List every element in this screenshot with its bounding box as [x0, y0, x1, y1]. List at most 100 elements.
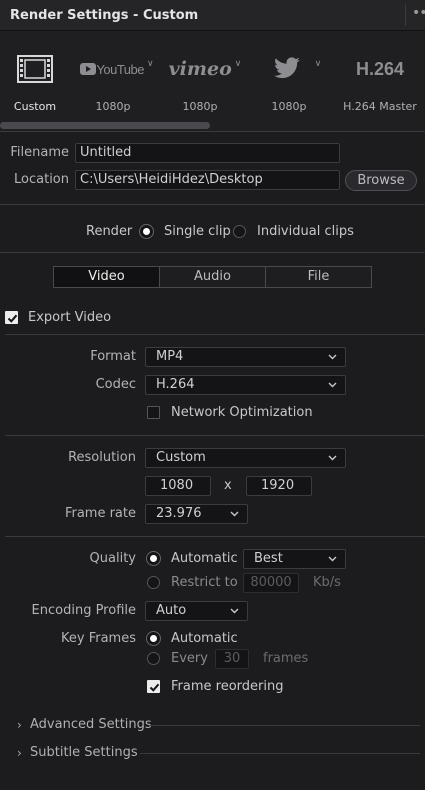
single-clip-radio[interactable]: [140, 225, 153, 238]
advanced-settings-label: Advanced Settings: [30, 717, 152, 732]
codec-value: H.264: [156, 377, 195, 392]
titlebar-separator: [405, 4, 406, 26]
window-titlebar: Render Settings - Custom ••: [0, 0, 425, 31]
chevron-down-icon: [328, 380, 337, 389]
chevron-down-icon: [328, 453, 337, 462]
frame-rate-value: 23.976: [156, 506, 202, 521]
tab-file[interactable]: File: [266, 267, 371, 287]
chevron-down-icon[interactable]: ∨: [315, 59, 322, 69]
chevron-down-icon: [230, 606, 239, 615]
single-clip-label[interactable]: Single clip: [164, 224, 231, 239]
location-field[interactable]: C:\Users\HeidiHdez\Desktop: [75, 170, 340, 190]
preset-twitter[interactable]: ∨ 1080p: [262, 47, 332, 127]
preset-label: 1080p: [95, 100, 131, 113]
settings-tabs: Video Audio File: [53, 266, 372, 288]
resolution-height-field[interactable]: 1920: [246, 476, 312, 496]
key-frames-interval-field[interactable]: 30: [215, 649, 249, 669]
encoding-profile-dropdown[interactable]: Auto: [145, 601, 248, 621]
render-label: Render: [86, 224, 133, 239]
resolution-value: Custom: [156, 450, 206, 465]
section-divider: [150, 725, 420, 726]
quality-bitrate-field[interactable]: 80000: [243, 573, 299, 593]
codec-label: Codec: [95, 377, 136, 392]
key-frames-every-label[interactable]: Every: [171, 651, 208, 666]
preset-vimeo[interactable]: vimeo ∨ 1080p: [165, 47, 245, 127]
divider: [5, 435, 425, 436]
codec-dropdown[interactable]: H.264: [145, 375, 346, 395]
subtitle-settings-toggle[interactable]: › Subtitle Settings: [17, 744, 138, 764]
subtitle-settings-label: Subtitle Settings: [30, 745, 138, 760]
preset-h264-master[interactable]: H.264 H.264 Master: [342, 47, 418, 127]
chevron-right-icon: ›: [17, 746, 22, 760]
film-icon: [8, 47, 62, 91]
export-video-label[interactable]: Export Video: [28, 310, 111, 325]
h264-wordmark: H.264: [355, 58, 405, 79]
key-frames-unit: frames: [263, 651, 309, 666]
youtube-logo: YouTube ∨: [78, 47, 156, 91]
divider: [5, 536, 425, 537]
preset-custom[interactable]: Custom: [8, 47, 62, 127]
quality-automatic-label[interactable]: Automatic: [171, 551, 238, 566]
preset-label: 1080p: [182, 100, 218, 113]
youtube-wordmark: YouTube: [96, 61, 144, 77]
preset-label: Custom: [13, 100, 57, 113]
key-frames-every-radio[interactable]: [147, 652, 160, 665]
individual-clips-radio[interactable]: [233, 225, 246, 238]
key-frames-label: Key Frames: [61, 631, 136, 646]
location-label: Location: [14, 172, 69, 187]
quality-level-dropdown[interactable]: Best: [243, 549, 346, 569]
preset-youtube[interactable]: YouTube ∨ 1080p: [78, 47, 156, 127]
key-frames-automatic-label[interactable]: Automatic: [171, 631, 238, 646]
export-video-checkbox[interactable]: [5, 311, 18, 324]
chevron-down-icon[interactable]: ∨: [147, 59, 154, 69]
more-options-icon[interactable]: ••: [412, 5, 425, 21]
encoding-profile-label: Encoding Profile: [31, 603, 136, 618]
chevron-down-icon: [230, 509, 239, 518]
format-value: MP4: [156, 349, 184, 364]
quality-restrict-radio[interactable]: [147, 576, 160, 589]
resolution-dropdown[interactable]: Custom: [145, 448, 346, 468]
tab-audio[interactable]: Audio: [160, 267, 266, 287]
chevron-down-icon[interactable]: ∨: [235, 59, 242, 69]
quality-automatic-radio[interactable]: [147, 552, 160, 565]
key-frames-automatic-radio[interactable]: [147, 632, 160, 645]
quality-level-value: Best: [254, 551, 283, 566]
network-optimization-label[interactable]: Network Optimization: [171, 405, 313, 420]
browse-button[interactable]: Browse: [345, 170, 417, 191]
chevron-down-icon: [328, 554, 337, 563]
individual-clips-label[interactable]: Individual clips: [257, 224, 354, 239]
divider: [5, 334, 425, 335]
vimeo-logo: vimeo ∨: [165, 47, 245, 91]
filename-field[interactable]: Untitled: [75, 143, 340, 163]
preset-label: H.264 Master: [343, 100, 417, 113]
quality-label: Quality: [89, 551, 136, 566]
quality-bitrate-unit: Kb/s: [313, 575, 341, 590]
chevron-right-icon: ›: [17, 718, 22, 732]
divider: [0, 131, 425, 132]
frame-reordering-label[interactable]: Frame reordering: [171, 679, 283, 694]
format-label: Format: [90, 349, 136, 364]
preset-strip: Custom YouTube ∨ 1080p vimeo ∨ 1080p ∨ 1…: [0, 31, 425, 131]
frame-reordering-checkbox[interactable]: [147, 680, 160, 693]
divider: [0, 252, 425, 253]
chevron-down-icon: [328, 352, 337, 361]
encoding-profile-value: Auto: [156, 603, 187, 618]
tab-video[interactable]: Video: [54, 267, 160, 287]
resolution-label: Resolution: [68, 450, 136, 465]
vimeo-wordmark: vimeo: [168, 58, 232, 80]
divider: [0, 204, 425, 205]
quality-restrict-label[interactable]: Restrict to: [171, 575, 238, 590]
resolution-width-field[interactable]: 1080: [145, 476, 211, 496]
filename-label: Filename: [10, 145, 69, 160]
window-title: Render Settings - Custom: [10, 8, 199, 23]
preset-label: 1080p: [271, 100, 307, 113]
frame-rate-label: Frame rate: [64, 506, 136, 521]
frame-rate-dropdown[interactable]: 23.976: [145, 504, 248, 524]
network-optimization-checkbox[interactable]: [147, 406, 160, 419]
resolution-times-label: x: [224, 478, 232, 493]
format-dropdown[interactable]: MP4: [145, 347, 346, 367]
advanced-settings-toggle[interactable]: › Advanced Settings: [17, 716, 152, 736]
preset-scrollbar[interactable]: [0, 122, 210, 129]
h264-logo: H.264: [342, 47, 418, 91]
section-divider: [140, 753, 420, 754]
